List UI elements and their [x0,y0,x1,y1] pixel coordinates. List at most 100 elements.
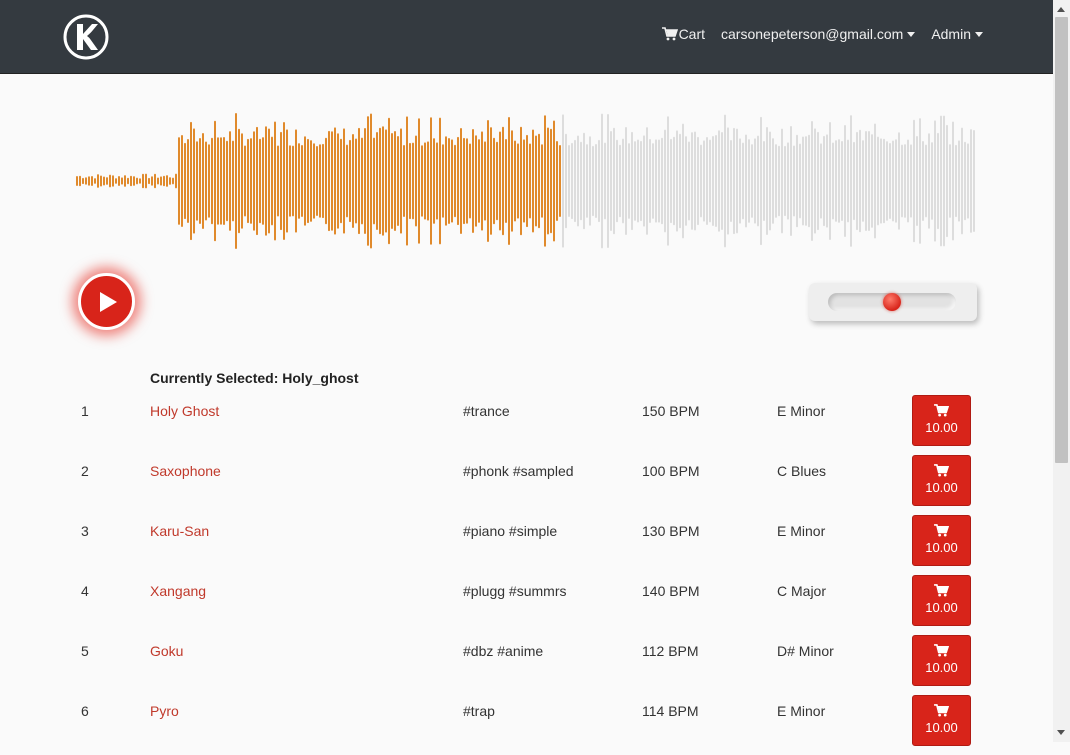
waveform-bar [955,144,957,218]
add-to-cart-button[interactable]: 10.00 [912,395,971,446]
track-price: 10.00 [925,600,958,615]
admin-menu-dropdown[interactable]: Admin [931,26,983,42]
waveform-bar [232,140,234,222]
waveform-bar [628,143,630,219]
add-to-cart-button[interactable]: 10.00 [912,515,971,566]
scroll-down-arrow-icon[interactable] [1057,730,1065,735]
waveform-bar [967,143,969,219]
waveform-bar [316,145,318,217]
track-tags: #dbz #anime [463,643,544,659]
track-tags: #phonk #sampled [463,463,574,479]
volume-slider-handle[interactable] [883,293,901,311]
waveform-bar [442,144,444,218]
waveform-bar [970,129,972,233]
waveform-bar [820,143,822,219]
user-menu-dropdown[interactable]: carsonepeterson@gmail.com [721,26,916,42]
waveform-bar [82,177,84,185]
waveform-bar [937,132,939,230]
waveform-bar [793,145,795,217]
track-title-link[interactable]: Goku [150,643,183,659]
play-button[interactable] [78,273,135,330]
scroll-up-arrow-icon[interactable] [1057,7,1065,12]
waveform-bar [415,135,417,227]
waveform-bar [838,139,840,223]
waveform-bar [328,130,330,232]
cart-link[interactable]: Cart [661,26,705,42]
track-number: 3 [81,523,89,539]
waveform-bar [847,139,849,223]
waveform-bar [145,173,147,189]
add-to-cart-button[interactable]: 10.00 [912,575,971,626]
waveform-bar [673,136,675,226]
waveform-bar [595,144,597,218]
waveform-bar [688,141,690,221]
waveform-bar [649,138,651,224]
waveform-bar [301,144,303,218]
track-price: 10.00 [925,480,958,495]
waveform-bar [433,138,435,224]
waveform-bar [892,140,894,222]
track-row: 5 Goku #dbz #anime 112 BPM D# Minor 10.0… [0,635,1053,695]
waveform-bar [796,134,798,228]
waveform-bar [898,132,900,230]
waveform-bar [121,177,123,185]
waveform-bar [325,137,327,225]
waveform-bar [454,144,456,218]
waveform-bar [487,120,489,242]
waveform-bar [295,129,297,233]
volume-slider[interactable] [828,293,956,311]
add-to-cart-button[interactable]: 10.00 [912,635,971,686]
track-row: 3 Karu-San #piano #simple 130 BPM E Mino… [0,515,1053,575]
waveform-bar [457,136,459,226]
scrollbar-thumb[interactable] [1055,17,1068,463]
waveform-bar [919,118,921,244]
brand-logo[interactable] [63,14,109,60]
page-scrollbar[interactable] [1053,0,1070,742]
waveform-bar [763,141,765,221]
waveform-bar [292,145,294,217]
waveform-bar [742,142,744,220]
waveform-bar [478,139,480,223]
track-row: 2 Saxophone #phonk #sampled 100 BPM C Bl… [0,455,1053,515]
waveform-bar [346,144,348,218]
track-title-link[interactable]: Xangang [150,583,206,599]
track-title-link[interactable]: Saxophone [150,463,221,479]
waveform-bar [142,173,144,189]
track-title-link[interactable]: Holy Ghost [150,403,219,419]
waveform-bar [733,127,735,235]
waveform-bar [490,127,492,235]
waveform-bar [412,142,414,220]
add-to-cart-button[interactable]: 10.00 [912,455,971,506]
waveform-bar [928,133,930,229]
waveform-bar [619,144,621,218]
track-title-link[interactable]: Pyro [150,703,179,719]
waveform-bar [730,139,732,223]
waveform-bar [430,117,432,245]
waveform-bar [148,177,150,185]
waveform-bar [886,141,888,221]
waveform-bar [253,131,255,231]
waveform-bar [775,144,777,218]
track-bpm: 114 BPM [642,703,699,719]
waveform-bar [139,178,141,184]
waveform-bar [319,144,321,218]
waveform-bar [382,126,384,236]
waveform-bar [385,129,387,233]
waveform-bar [925,144,927,218]
waveform-bar [436,142,438,220]
waveform-bar [277,145,279,217]
add-to-cart-button[interactable]: 10.00 [912,695,971,746]
waveform-bar [118,176,120,186]
audio-waveform[interactable] [76,108,978,254]
waveform-bar [229,131,231,231]
waveform-bar [451,139,453,223]
waveform-bar [694,131,696,231]
track-number: 4 [81,583,89,599]
track-title-link[interactable]: Karu-San [150,523,209,539]
track-tags: #piano #simple [463,523,558,539]
waveform-bar [973,129,975,233]
track-key: C Blues [777,463,827,479]
waveform-bar [853,141,855,221]
waveform-bar [475,135,477,227]
waveform-bar [583,132,585,230]
